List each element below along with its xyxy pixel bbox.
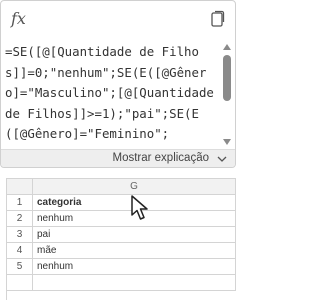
cell[interactable]: nenhum [33, 259, 236, 275]
formula-text-area[interactable]: =SE([@[Quantidade de Filhos]]=0;"nenhum"… [1, 37, 235, 149]
column-header-row: G [7, 179, 236, 195]
row-number[interactable]: 2 [7, 211, 33, 227]
fx-icon: fx [11, 9, 26, 28]
scroll-thumb[interactable] [223, 55, 231, 101]
scroll-down-arrow-icon[interactable] [223, 139, 231, 145]
cell[interactable] [33, 275, 236, 291]
copy-icon[interactable] [209, 10, 225, 28]
show-explanation-label[interactable]: Mostrar explicação [112, 152, 209, 164]
spreadsheet: G 1 categoria 2 nenhum 3 pai 4 mãe 5 nen… [6, 178, 236, 300]
show-explanation-button[interactable]: Mostrar explicação [1, 149, 235, 167]
formula-editor: fx =SE([@[Quantidade de Filhos]]=0;"nenh… [0, 0, 236, 168]
formula-header: fx [1, 1, 235, 37]
table-row: 4 mãe [7, 243, 236, 259]
mouse-pointer-icon [131, 195, 148, 220]
scroll-up-arrow-icon[interactable] [223, 44, 231, 50]
row-number[interactable]: 4 [7, 243, 33, 259]
row-number[interactable] [7, 275, 33, 291]
formula-scrollbar[interactable] [221, 37, 233, 149]
cell[interactable]: mãe [33, 243, 236, 259]
row-number[interactable]: 1 [7, 195, 33, 211]
row-number[interactable]: 5 [7, 259, 33, 275]
select-all-corner[interactable] [7, 179, 33, 195]
chevron-down-icon[interactable] [217, 155, 227, 163]
formula-text[interactable]: =SE([@[Quantidade de Filhos]]=0;"nenhum"… [5, 42, 219, 145]
table-row [7, 275, 236, 291]
column-header-g[interactable]: G [33, 179, 236, 195]
cell[interactable]: pai [33, 227, 236, 243]
row-number[interactable]: 3 [7, 227, 33, 243]
table-row: 5 nenhum [7, 259, 236, 275]
table-row: 1 categoria [7, 195, 236, 211]
table-row: 3 pai [7, 227, 236, 243]
table-row: 2 nenhum [7, 211, 236, 227]
